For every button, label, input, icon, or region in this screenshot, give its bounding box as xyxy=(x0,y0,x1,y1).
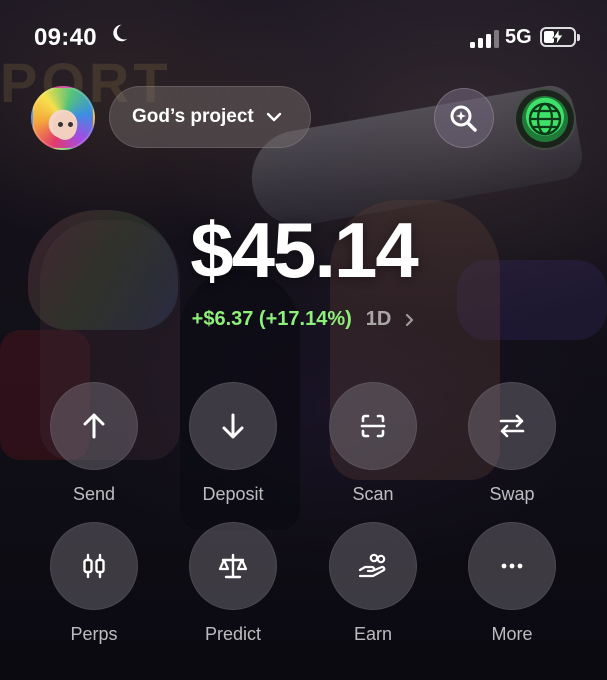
scan-icon xyxy=(360,414,386,438)
predict-button[interactable] xyxy=(189,522,277,610)
scan-action[interactable]: Scan xyxy=(318,382,428,505)
deposit-action[interactable]: Deposit xyxy=(178,382,288,505)
more-action[interactable]: More xyxy=(457,522,567,645)
deposit-button[interactable] xyxy=(189,382,277,470)
action-grid: Send Deposit Scan Swap Perps Predict Ear… xyxy=(0,0,607,680)
scan-label: Scan xyxy=(352,484,394,504)
swap-button[interactable] xyxy=(468,382,556,470)
swap-action[interactable]: Swap xyxy=(457,382,567,505)
send-action[interactable]: Send xyxy=(39,382,149,505)
coins-hand-icon xyxy=(358,553,386,578)
predict-action[interactable]: Predict xyxy=(178,522,288,645)
perps-button[interactable] xyxy=(50,522,138,610)
candlestick-icon xyxy=(83,553,105,579)
deposit-label: Deposit xyxy=(202,484,264,504)
more-button[interactable] xyxy=(468,522,556,610)
swap-icon xyxy=(499,414,525,438)
earn-button[interactable] xyxy=(329,522,417,610)
predict-label: Predict xyxy=(204,624,262,644)
send-button[interactable] xyxy=(50,382,138,470)
earn-label: Earn xyxy=(353,624,393,644)
perps-label: Perps xyxy=(70,624,118,644)
send-label: Send xyxy=(72,484,116,504)
arrow-down-icon xyxy=(222,413,244,439)
swap-label: Swap xyxy=(489,484,535,504)
arrow-up-icon xyxy=(83,413,105,439)
more-label: More xyxy=(491,624,533,644)
earn-action[interactable]: Earn xyxy=(318,522,428,645)
more-dots-icon xyxy=(501,563,523,569)
scan-button[interactable] xyxy=(329,382,417,470)
perps-action[interactable]: Perps xyxy=(39,522,149,645)
scale-icon xyxy=(218,553,248,579)
